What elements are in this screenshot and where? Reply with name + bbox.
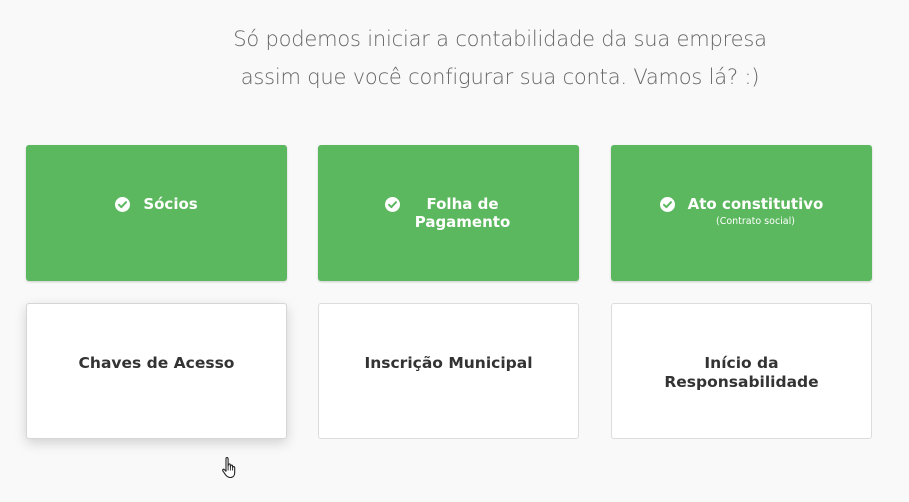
hand-pointer-icon: [220, 456, 240, 482]
check-circle-icon: [384, 197, 400, 212]
step-card-inicio-da-responsabilidade[interactable]: Início da Responsabilidade: [611, 303, 872, 439]
step-card-inscricao-municipal[interactable]: Inscrição Municipal: [318, 303, 579, 439]
step-card-folha-de-pagamento[interactable]: Folha de Pagamento: [318, 145, 579, 281]
card-title: Inscrição Municipal: [364, 354, 533, 372]
check-circle-icon: [659, 197, 675, 212]
step-card-ato-constitutivo[interactable]: Ato constitutivo (Contrato social): [611, 145, 872, 281]
intro-message: Só podemos iniciar a contabilidade da su…: [100, 20, 900, 96]
card-title: Ato constitutivo: [687, 195, 824, 213]
step-card-chaves-de-acesso[interactable]: Chaves de Acesso: [26, 303, 287, 439]
card-title-row: Ato constitutivo: [659, 195, 824, 213]
card-subtitle: (Contrato social): [716, 216, 795, 227]
card-title-row: Folha de Pagamento: [384, 195, 513, 231]
card-title-row: Sócios: [115, 195, 198, 213]
intro-line-2: assim que você configurar sua conta. Vam…: [240, 65, 760, 89]
check-circle-icon: [115, 197, 131, 212]
intro-line-1: Só podemos iniciar a contabilidade da su…: [233, 27, 767, 51]
step-card-socios[interactable]: Sócios: [26, 145, 287, 281]
card-title: Sócios: [143, 195, 198, 213]
onboarding-page: Só podemos iniciar a contabilidade da su…: [0, 0, 909, 502]
card-title: Chaves de Acesso: [78, 354, 235, 372]
card-title: Início da Responsabilidade: [664, 354, 819, 391]
card-title: Folha de Pagamento: [414, 195, 511, 231]
